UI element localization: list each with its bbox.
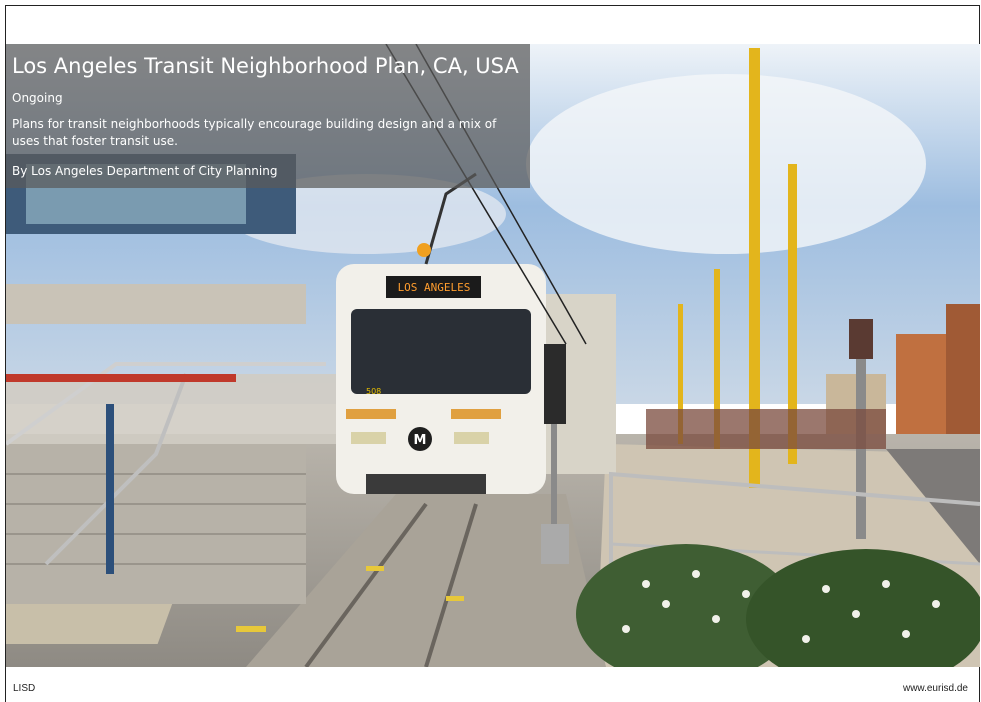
svg-text:M: M (414, 433, 427, 448)
footer-website: www.eurisd.de (902, 683, 968, 694)
train-destination-sign: LOS ANGELES (398, 281, 471, 294)
caption-status: Ongoing (12, 91, 63, 105)
svg-text:508: 508 (366, 387, 381, 396)
slide-top-border (5, 5, 980, 6)
station-stairs (6, 444, 306, 604)
slide: LOS ANGELES M 508 Los Angeles Transit Ne… (0, 0, 981, 702)
caption-description: Plans for transit neighborhoods typicall… (12, 117, 497, 148)
footer-left-label: LISD (13, 683, 36, 694)
train-windshield (351, 309, 531, 394)
crowd (646, 409, 886, 449)
rail-signal (544, 344, 566, 424)
caption-author: By Los Angeles Department of City Planni… (12, 164, 278, 178)
caption-title: Los Angeles Transit Neighborhood Plan, C… (12, 54, 519, 78)
caption-panel: Los Angeles Transit Neighborhood Plan, C… (6, 44, 530, 188)
